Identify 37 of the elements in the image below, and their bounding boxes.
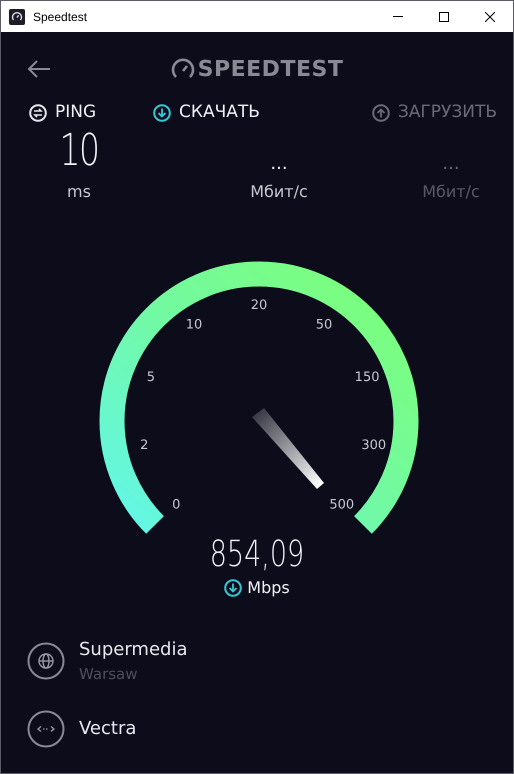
link-icon (27, 710, 65, 748)
gauge-icon (9, 8, 25, 24)
server-name: Vectra (79, 717, 136, 741)
tick-label: 500 (329, 498, 354, 513)
speed-reading: 854,09 (210, 536, 304, 574)
metric-value: 10 (60, 128, 98, 174)
tick-label: 2 (140, 438, 148, 453)
tick-label: 0 (172, 498, 180, 513)
metric-label: СКАЧАТЬ (179, 101, 260, 124)
back-arrow-icon (27, 59, 51, 79)
minimize-icon (393, 16, 403, 17)
speed-unit: Mbps (247, 577, 290, 599)
window-title: Speedtest (33, 8, 88, 26)
metric-unit: Мбит/с (250, 181, 308, 203)
tick-label: 5 (146, 370, 156, 386)
tick-label: 10 (186, 318, 202, 333)
metric-unit: ms (67, 181, 91, 203)
server-location: Warsaw (79, 664, 139, 685)
metric-label: PING (55, 101, 96, 124)
upload-icon (372, 104, 390, 122)
metric-label: ЗАГРУЗИТЬ (398, 101, 497, 124)
tick-label: 50 (316, 318, 332, 333)
logo: SPEEDTEST (198, 56, 344, 84)
metric-value: ... (270, 154, 288, 174)
metric-value: ... (442, 154, 460, 174)
metric-unit: Мбит/с (422, 181, 480, 203)
close-icon (485, 12, 495, 22)
server-name: Supermedia (79, 638, 188, 662)
download-icon (153, 104, 171, 122)
tick-label: 20 (250, 298, 268, 313)
tick-label: 150 (354, 370, 380, 386)
globe-icon (27, 642, 65, 680)
speedometer-logo-icon (170, 58, 195, 80)
download-icon (224, 579, 242, 597)
maximize-icon (439, 12, 449, 22)
tick-label: 300 (361, 438, 386, 453)
ping-icon (29, 104, 47, 122)
